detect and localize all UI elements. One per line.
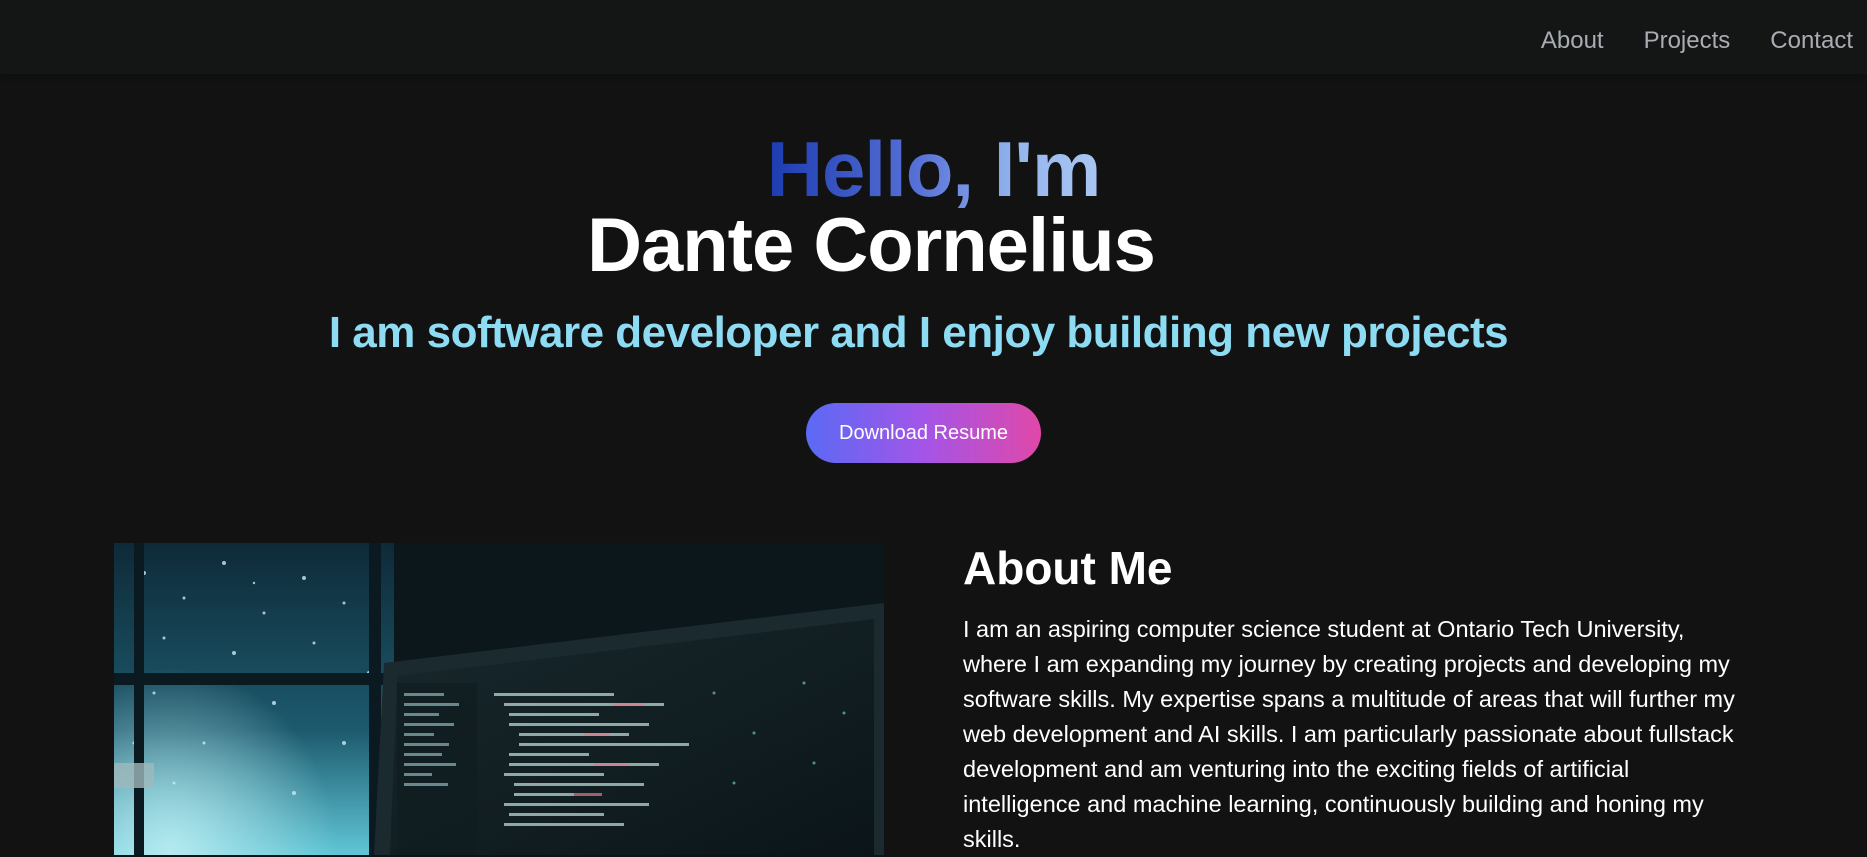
download-resume-button[interactable]: Download Resume xyxy=(806,403,1041,463)
hero-tagline: I am software developer and I enjoy buil… xyxy=(328,308,1509,357)
nav-link-about[interactable]: About xyxy=(1541,29,1604,53)
nav-link-projects[interactable]: Projects xyxy=(1644,29,1731,53)
hero-name: Dante Cornelius xyxy=(587,203,1156,288)
about-title: About Me xyxy=(963,542,1173,594)
nav-link-contact[interactable]: Contact xyxy=(1770,29,1853,53)
hero-section: Hello, I'm Dante Cornelius I am software… xyxy=(0,130,1867,355)
nav-links: About Projects Contact xyxy=(1541,29,1853,53)
navbar: About Projects Contact xyxy=(0,0,1867,74)
hero-greeting: Hello, I'm xyxy=(766,125,1102,213)
about-section: About Me I am an aspiring computer scien… xyxy=(963,540,1743,857)
about-image xyxy=(114,543,884,855)
about-paragraph: I am an aspiring computer science studen… xyxy=(963,616,1735,852)
